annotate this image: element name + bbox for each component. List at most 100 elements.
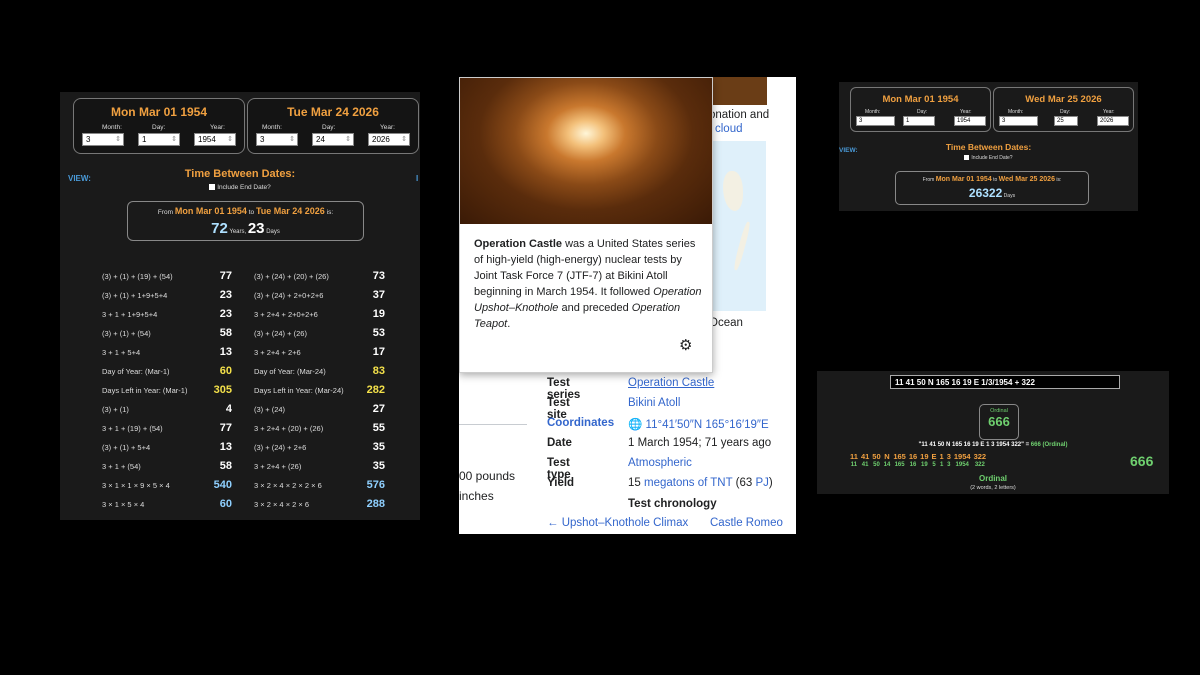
left-expression: 3 + 1 + 1+9+5+4 xyxy=(102,310,158,319)
result-days: 26322 xyxy=(968,186,1003,200)
right-expression: (3) + (24) + (20) + (26) xyxy=(254,272,329,281)
result-duration: 72 Years, 23 Days xyxy=(211,220,280,237)
coordinates-link[interactable]: 🌐 11°41′50″N 165°16′19″E xyxy=(628,417,769,431)
left-value: 13 xyxy=(219,346,232,358)
start-month-select[interactable]: 3 xyxy=(856,116,895,126)
month-label: Month: xyxy=(102,124,122,131)
include-end-checkbox[interactable] xyxy=(964,155,970,160)
right-expression: 3 + 2+4 + 2+6 xyxy=(254,348,301,357)
table-row: 3 × 1 × 1 × 9 × 5 × 4 540 3 × 2 × 4 × 2 × … xyxy=(102,476,392,495)
infobox-image-top xyxy=(711,77,767,105)
result-years: 72 xyxy=(211,220,228,237)
gear-icon[interactable]: ⚙ xyxy=(679,336,692,354)
end-month-select[interactable]: 3 xyxy=(999,116,1038,126)
end-year-select[interactable]: 2026 xyxy=(368,133,410,146)
test-site-link[interactable]: Bikini Atoll xyxy=(628,397,680,409)
nuclear-explosion-photo xyxy=(460,78,712,224)
left-value: 58 xyxy=(219,460,232,472)
end-date-box: Wed Mar 25 2026 Month: Day: Year: 3 25 2… xyxy=(993,87,1134,132)
start-date-title: Mon Mar 01 1954 xyxy=(110,105,208,119)
pj-link[interactable]: PJ xyxy=(755,477,768,489)
bg-text-ocean: Ocean xyxy=(709,317,743,329)
gematria-calculator-panel: 11 41 50 N 165 16 19 E 1/3/1954 + 322 Or… xyxy=(817,371,1169,494)
coordinates-label-link[interactable]: Coordinates xyxy=(547,417,614,429)
globe-icon: 🌐 xyxy=(628,419,643,431)
day-label: Day: xyxy=(322,124,336,131)
table-row: Day of Year: (Mar-1) 60 Day of Year: (Mar-… xyxy=(102,362,392,381)
result-days: 23 xyxy=(247,220,265,237)
bg-text-pounds: 00 pounds xyxy=(459,469,516,483)
end-year-select[interactable]: 2026 xyxy=(1097,116,1129,126)
end-month-select[interactable]: 3 xyxy=(256,133,298,146)
left-value: 58 xyxy=(219,327,232,339)
year-label: Year: xyxy=(210,124,225,131)
result-range: From Mon Mar 01 1954 to Tue Mar 24 2026 … xyxy=(157,206,334,216)
left-expression: (3) + (1) + 5+4 xyxy=(102,443,151,452)
megatons-link[interactable]: megatons of TNT xyxy=(644,477,732,489)
right-value: 282 xyxy=(366,384,385,396)
left-expression: (3) + (1) + (19) + (54) xyxy=(102,272,173,281)
bg-text-detonation: onation and xyxy=(709,109,770,121)
right-expression: Days Left in Year: (Mar-24) xyxy=(254,386,344,395)
token-item: E5 xyxy=(931,452,937,469)
include-end-checkbox[interactable] xyxy=(209,184,216,190)
token-item: 11 xyxy=(939,452,944,469)
include-end-date[interactable]: Include End Date? xyxy=(839,155,1138,161)
right-value: 35 xyxy=(372,460,385,472)
left-expression: 3 × 1 × 1 × 9 × 5 × 4 xyxy=(102,481,170,490)
table-row: (3) + (1) 4 (3) + (24) 27 xyxy=(102,400,392,419)
year-label: Year: xyxy=(380,124,395,131)
right-value: 288 xyxy=(366,498,385,510)
start-year-select[interactable]: 1954 xyxy=(954,116,986,126)
left-value: 13 xyxy=(219,441,232,453)
right-expression: 3 × 2 × 4 × 2 × 6 xyxy=(254,500,310,509)
left-value: 23 xyxy=(219,308,232,320)
prev-test-link[interactable]: ← Upshot–Knothole Climax xyxy=(547,517,688,529)
token-item: 41 41 xyxy=(860,452,870,469)
right-expression: 3 + 2+4 + (26) xyxy=(254,462,302,471)
token-item: N 14 xyxy=(883,452,891,469)
right-value: 35 xyxy=(372,441,385,453)
right-expression: (3) + (24) + 2+6 xyxy=(254,443,307,452)
location-map xyxy=(711,141,766,311)
result-box: From Mon Mar 01 1954 to Wed Mar 25 2026 … xyxy=(895,171,1089,205)
footer-ordinal-label: Ordinal xyxy=(978,474,1007,483)
equation-line: "11 41 50 N 165 16 19 E 1 3 1954 322" = … xyxy=(918,442,1068,448)
start-year-select[interactable]: 1954 xyxy=(194,133,236,146)
start-day-select[interactable]: 1 xyxy=(138,133,180,146)
table-row: 3 + 1 + 5+4 13 3 + 2+4 + 2+6 17 xyxy=(102,343,392,362)
right-expression: (3) + (24) xyxy=(254,405,286,414)
test-series-link[interactable]: Operation Castle xyxy=(628,377,714,389)
table-row: 3 + 1 + (19) + (54) 77 3 + 2+4 + (20) + (2… xyxy=(102,419,392,438)
left-value: 540 xyxy=(213,479,232,491)
table-row: (3) + (1) + (54) 58 (3) + (24) + (26) 53 xyxy=(102,324,392,343)
end-day-select[interactable]: 25 xyxy=(1054,116,1078,126)
test-type-link[interactable]: Atmospheric xyxy=(628,457,692,469)
next-test-link[interactable]: Castle Romeo → xyxy=(710,517,796,534)
token-item: 33 xyxy=(946,452,951,469)
month-label: Month: xyxy=(262,124,282,131)
end-day-select[interactable]: 24 xyxy=(312,133,354,146)
phrase-input[interactable]: 11 41 50 N 165 16 19 E 1/3/1954 + 322 xyxy=(890,375,1120,389)
left-expression: 3 + 1 + (54) xyxy=(102,462,141,471)
ordinal-box: Ordinal 666 xyxy=(979,404,1019,440)
start-date-box: Mon Mar 01 1954 Month: Day: Year: 3 1 19… xyxy=(73,98,245,154)
time-between-heading: Time Between Dates: xyxy=(945,142,1032,152)
start-day-select[interactable]: 1 xyxy=(903,116,935,126)
start-month-select[interactable]: 3 xyxy=(82,133,124,146)
token-item: 165 165 xyxy=(893,452,906,469)
left-value: 60 xyxy=(219,498,232,510)
right-value: 19 xyxy=(372,308,385,320)
left-expression: 3 + 1 + 5+4 xyxy=(102,348,141,357)
start-date-box: Mon Mar 01 1954 Month: Day: Year: 3 1 19… xyxy=(850,87,991,132)
bg-link-cloud[interactable]: cloud xyxy=(715,123,743,135)
date-calculator-panel: Mon Mar 01 1954 Month: Day: Year: 3 1 19… xyxy=(60,92,420,520)
right-value: 73 xyxy=(372,270,385,282)
time-between-heading: Time Between Dates: xyxy=(184,168,296,180)
include-end-date[interactable]: Include End Date? xyxy=(60,184,420,191)
ordinal-value: 666 xyxy=(988,414,1010,429)
date-calculator-small-panel: Mon Mar 01 1954 Month: Day: Year: 3 1 19… xyxy=(839,82,1138,211)
token-breakdown: 11 11 41 41 50 50 N 14 165 165 16 16 19 19 E 5 1 1 3 3 1954 1… xyxy=(850,453,989,469)
bg-text-inches: inches xyxy=(459,489,494,503)
page-preview-popup[interactable]: Operation Castle was a United States ser… xyxy=(459,77,713,373)
